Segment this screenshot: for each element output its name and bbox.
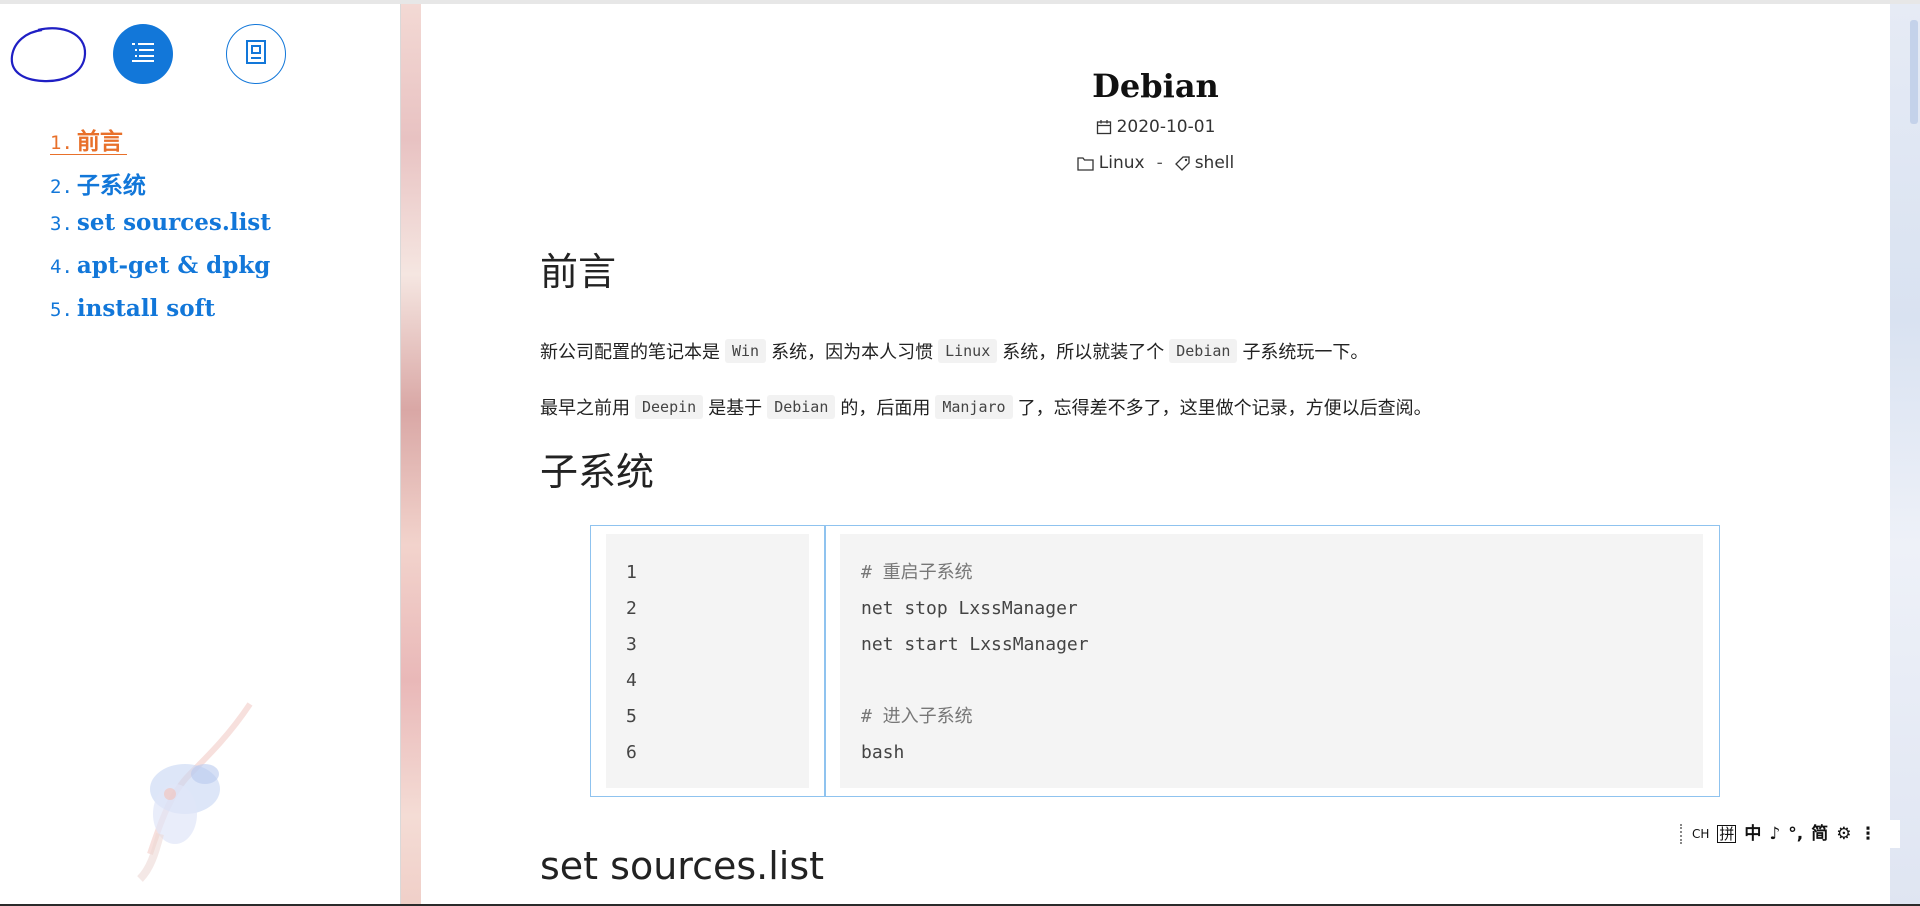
- code-line: net start LxssManager: [861, 634, 1089, 655]
- section-heading-sources-list: set sources.list: [540, 844, 825, 888]
- category-link[interactable]: Linux: [1099, 153, 1145, 173]
- sidebar-illustration: [137, 702, 253, 882]
- post-taxonomy: Linux - shell: [421, 153, 1890, 173]
- page: 1. 前言 2. 子系统 3. set sources.list 4. apt-…: [0, 0, 1920, 906]
- list-icon: [130, 40, 156, 68]
- inline-code: Debian: [1169, 339, 1238, 363]
- toc-label: set sources.list: [76, 209, 271, 236]
- line-number: 6: [626, 742, 637, 763]
- ime-language-indicator[interactable]: CH: [1692, 824, 1709, 844]
- toc-number: 3.: [50, 213, 73, 235]
- text-segment: 了，忘得差不多了，这里做个记录，方便以后查阅。: [1017, 398, 1432, 419]
- tag-link[interactable]: shell: [1195, 153, 1235, 173]
- toc-number: 1.: [50, 132, 73, 154]
- toc-toggle-button[interactable]: [113, 24, 173, 84]
- line-number: 5: [626, 706, 637, 727]
- scrollbar-thumb[interactable]: [1910, 20, 1918, 124]
- toc-label: 前言: [76, 128, 123, 155]
- toc-label: install soft: [76, 295, 216, 322]
- toc-item-preface[interactable]: 1. 前言: [50, 122, 127, 155]
- ime-pinyin-mode[interactable]: 拼: [1717, 825, 1737, 843]
- ime-moon-icon[interactable]: ♪: [1769, 824, 1780, 844]
- calendar-icon: [1096, 119, 1112, 135]
- line-number: 1: [626, 562, 637, 583]
- table-of-contents: 1. 前言 2. 子系统 3. set sources.list 4. apt-…: [50, 122, 271, 338]
- toc-item-sources-list[interactable]: 3. set sources.list: [50, 209, 271, 252]
- taxonomy-separator: -: [1156, 153, 1163, 173]
- ime-chinese-mode[interactable]: 中: [1744, 824, 1761, 844]
- annotation-circle: [10, 27, 87, 83]
- post-date-text: 2020-10-01: [1116, 117, 1216, 137]
- code-body[interactable]: # 重启子系统 net stop LxssManager net start L…: [840, 534, 1703, 788]
- text-segment: 新公司配置的笔记本是: [540, 342, 720, 363]
- ime-punctuation-icon[interactable]: °,: [1788, 824, 1803, 844]
- text-segment: 最早之前用: [540, 398, 630, 419]
- toc-number: 4.: [50, 256, 73, 278]
- text-segment: 系统，因为本人习惯: [771, 342, 934, 363]
- inline-code: Linux: [938, 339, 998, 363]
- drag-handle-icon[interactable]: [1680, 824, 1686, 844]
- inline-code: Deepin: [635, 395, 704, 419]
- code-divider: [824, 526, 826, 796]
- tag-icon: [1174, 155, 1190, 171]
- line-numbers: 1 2 3 4 5 6: [626, 561, 637, 777]
- toc-number: 5.: [50, 299, 73, 321]
- sidebar: 1. 前言 2. 子系统 3. set sources.list 4. apt-…: [0, 4, 401, 904]
- toc-number: 2.: [50, 176, 73, 198]
- ime-settings-icon[interactable]: ⚙: [1836, 824, 1851, 844]
- code-line: # 进入子系统: [861, 706, 973, 727]
- inline-code: Manjaro: [935, 395, 1013, 419]
- code-lines: # 重启子系统 net stop LxssManager net start L…: [861, 561, 1089, 777]
- section-heading-subsystem: 子系统: [540, 450, 655, 494]
- folder-icon: [1077, 156, 1094, 171]
- ime-more-icon[interactable]: ⋮: [1860, 824, 1877, 844]
- section-heading-preface: 前言: [540, 250, 617, 294]
- intro-paragraph-1: 新公司配置的笔记本是 Win 系统，因为本人习惯 Linux 系统，所以就装了个…: [540, 338, 1368, 364]
- code-line: net stop LxssManager: [861, 598, 1078, 619]
- text-segment: 系统，所以就装了个: [1002, 342, 1165, 363]
- line-number: 4: [626, 670, 637, 691]
- toc-item-apt-get[interactable]: 4. apt-get & dpkg: [50, 252, 271, 295]
- toc-label: 子系统: [76, 172, 146, 199]
- line-number: 3: [626, 634, 637, 655]
- profile-icon: [244, 39, 268, 69]
- line-number: 2: [626, 598, 637, 619]
- decorative-strip-right: [1890, 4, 1920, 906]
- toc-item-install-soft[interactable]: 5. install soft: [50, 295, 271, 338]
- intro-paragraph-2: 最早之前用 Deepin 是基于 Debian 的，后面用 Manjaro 了，…: [540, 394, 1432, 420]
- toc-item-subsystem[interactable]: 2. 子系统: [50, 166, 271, 209]
- post-date: 2020-10-01: [421, 117, 1890, 137]
- ime-toolbar: CH 拼 中 ♪ °, 简 ⚙ ⋮: [1680, 820, 1900, 848]
- ime-simplified-mode[interactable]: 简: [1811, 824, 1828, 844]
- overview-toggle-button[interactable]: [226, 24, 286, 84]
- toc-label: apt-get & dpkg: [76, 252, 271, 279]
- code-gutter: 1 2 3 4 5 6: [606, 534, 809, 788]
- code-line: # 重启子系统: [861, 562, 973, 583]
- text-segment: 的，后面用: [840, 398, 931, 419]
- article: Debian 2020-10-01 Linux - shell 前言 新公司配置…: [421, 4, 1890, 906]
- post-title: Debian: [1092, 67, 1219, 106]
- code-block[interactable]: 1 2 3 4 5 6 # 重启子系统 net stop LxssManager…: [590, 525, 1720, 797]
- decorative-strip-left: [401, 4, 421, 906]
- inline-code: Win: [725, 339, 767, 363]
- text-segment: 是基于: [708, 398, 763, 419]
- text-segment: 子系统玩一下。: [1242, 342, 1369, 363]
- code-line: bash: [861, 742, 905, 763]
- inline-code: Debian: [767, 395, 836, 419]
